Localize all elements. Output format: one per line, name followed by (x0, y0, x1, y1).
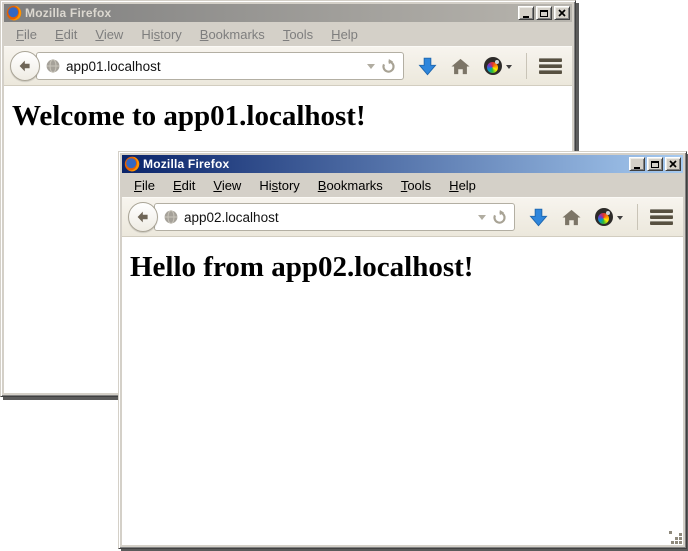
minimize-button[interactable] (518, 6, 534, 20)
home-button[interactable] (562, 209, 581, 226)
menu-edit[interactable]: Edit (164, 176, 204, 195)
window-title: Mozilla Firefox (22, 6, 518, 20)
menu-help[interactable]: Help (322, 25, 367, 44)
maximize-icon (651, 161, 659, 168)
minimize-icon (523, 16, 529, 18)
back-button[interactable] (128, 202, 158, 232)
firefox-window-app02: Mozilla Firefox File Edit View History B… (118, 151, 687, 549)
menu-view[interactable]: View (204, 176, 250, 195)
navigation-toolbar (122, 197, 683, 237)
minimize-icon (634, 167, 640, 169)
window-controls (518, 6, 570, 20)
menu-history[interactable]: History (250, 176, 308, 195)
urlbar-dropdown-icon[interactable] (367, 64, 375, 73)
close-button[interactable] (554, 6, 570, 20)
addon-color-wheel-icon (484, 57, 502, 75)
menu-edit[interactable]: Edit (46, 25, 86, 44)
close-icon (669, 160, 677, 168)
addon-button[interactable] (595, 208, 623, 226)
close-button[interactable] (665, 157, 681, 171)
menu-bar: File Edit View History Bookmarks Tools H… (4, 23, 572, 46)
firefox-logo-icon (6, 5, 22, 21)
addon-color-wheel-icon (595, 208, 613, 226)
url-input[interactable] (66, 59, 361, 74)
titlebar[interactable]: Mozilla Firefox (4, 4, 572, 22)
reload-button[interactable] (492, 210, 507, 225)
home-icon (562, 209, 581, 226)
home-button[interactable] (451, 58, 470, 75)
reload-button[interactable] (381, 59, 396, 74)
chevron-down-icon (617, 216, 623, 223)
menu-bookmarks[interactable]: Bookmarks (309, 176, 392, 195)
menu-bookmarks[interactable]: Bookmarks (191, 25, 274, 44)
site-identity-globe-icon[interactable] (164, 210, 178, 224)
download-button[interactable] (418, 56, 437, 77)
close-icon (558, 9, 566, 17)
menu-history[interactable]: History (132, 25, 190, 44)
reload-icon (381, 59, 396, 74)
menu-file[interactable]: File (125, 176, 164, 195)
menu-button[interactable] (650, 209, 673, 225)
menu-button[interactable] (539, 58, 562, 74)
urlbar-dropdown-icon[interactable] (478, 215, 486, 224)
url-bar[interactable] (36, 52, 404, 80)
maximize-icon (540, 10, 548, 17)
chevron-down-icon (506, 65, 512, 72)
hamburger-icon (539, 58, 562, 62)
navigation-toolbar (4, 46, 572, 86)
url-bar[interactable] (154, 203, 515, 231)
maximize-button[interactable] (536, 6, 552, 20)
download-arrow-icon (418, 56, 437, 77)
window-title: Mozilla Firefox (140, 157, 629, 171)
addon-button[interactable] (484, 57, 512, 75)
site-identity-globe-icon[interactable] (46, 59, 60, 73)
home-icon (451, 58, 470, 75)
maximize-button[interactable] (647, 157, 663, 171)
download-button[interactable] (529, 207, 548, 228)
url-input[interactable] (184, 210, 472, 225)
download-arrow-icon (529, 207, 548, 228)
back-arrow-icon (135, 209, 151, 225)
reload-icon (492, 210, 507, 225)
titlebar[interactable]: Mozilla Firefox (122, 155, 683, 173)
menu-tools[interactable]: Tools (274, 25, 322, 44)
firefox-logo-icon (124, 156, 140, 172)
toolbar-separator (526, 53, 527, 79)
menu-tools[interactable]: Tools (392, 176, 440, 195)
menu-bar: File Edit View History Bookmarks Tools H… (122, 174, 683, 197)
back-button[interactable] (10, 51, 40, 81)
menu-file[interactable]: File (7, 25, 46, 44)
page-heading: Hello from app02.localhost! (130, 251, 675, 284)
back-arrow-icon (17, 58, 33, 74)
window-controls (629, 157, 681, 171)
page-heading: Welcome to app01.localhost! (12, 100, 564, 133)
minimize-button[interactable] (629, 157, 645, 171)
menu-view[interactable]: View (86, 25, 132, 44)
toolbar-separator (637, 204, 638, 230)
menu-help[interactable]: Help (440, 176, 485, 195)
page-content: Hello from app02.localhost! (122, 237, 683, 545)
resize-grip[interactable] (671, 533, 685, 547)
hamburger-icon (650, 209, 673, 213)
